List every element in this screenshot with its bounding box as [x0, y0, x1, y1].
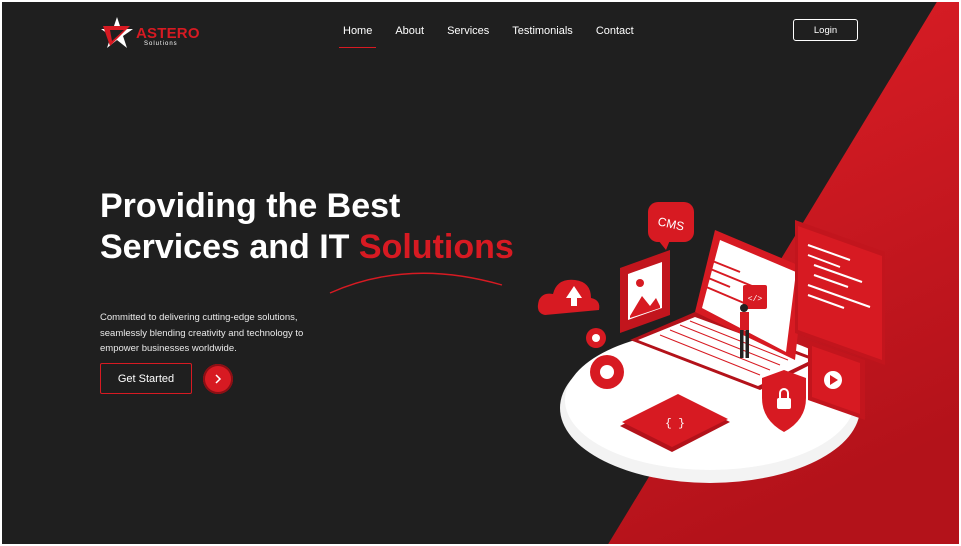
it-solutions-illustration: CMS </> {} [537, 202, 885, 483]
chevron-right-icon [215, 374, 222, 384]
brand-tagline: Solutions [144, 41, 178, 47]
main-menu: Home About Services Testimonials Contact [338, 25, 657, 48]
code-tag-label: </> [748, 295, 763, 304]
nav-item-home[interactable]: Home [338, 25, 377, 48]
nav-item-contact[interactable]: Contact [596, 25, 634, 37]
image-gallery-icon [620, 250, 670, 333]
nav-item-about[interactable]: About [395, 25, 424, 37]
get-started-button[interactable]: Get Started [100, 363, 192, 394]
nav-item-testimonials[interactable]: Testimonials [512, 25, 573, 37]
hero-headline: Providing the Best Services and IT Solut… [100, 186, 514, 268]
star-logo-icon [101, 17, 133, 48]
cms-bubble-icon: CMS [648, 202, 694, 250]
nav-item-services[interactable]: Services [447, 25, 489, 37]
hero-description: Committed to delivering cutting-edge sol… [100, 312, 304, 354]
navbar: ASTERO Solutions Home About Services Tes… [0, 0, 961, 64]
hero-headline-line1: Providing the Best [100, 187, 401, 225]
braces-icon: { } [665, 418, 685, 430]
login-button[interactable]: Login [793, 19, 858, 41]
brand-name: ASTERO [136, 25, 200, 42]
brand-logo[interactable]: ASTERO Solutions [100, 16, 200, 52]
headline-underline-swoosh [329, 272, 503, 294]
hero-headline-line2: Services and IT [100, 228, 359, 266]
cloud-upload-icon [537, 279, 600, 315]
get-started-arrow-button[interactable] [203, 364, 233, 394]
hero-headline-accent: Solutions [358, 228, 514, 266]
